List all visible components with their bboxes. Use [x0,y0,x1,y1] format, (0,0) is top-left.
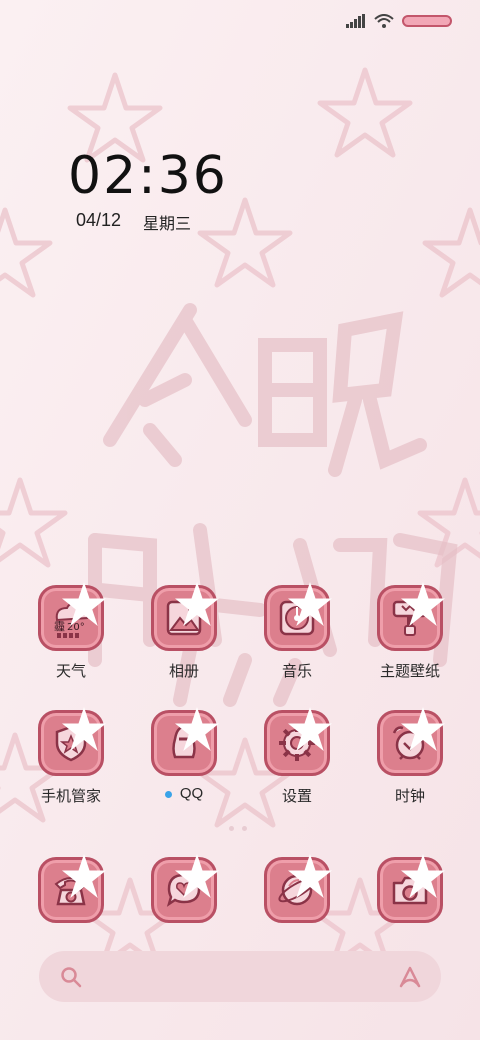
theme-icon [377,582,445,651]
phone-icon [38,854,106,923]
message-icon [151,854,219,923]
camera-icon [377,854,445,923]
search-icon [61,967,82,988]
app-label: 主题壁纸 [379,663,440,680]
app-label: 时钟 [394,788,425,805]
dock-phone[interactable] [16,854,126,923]
star-badge-icon [62,854,106,898]
app-weather[interactable]: 霾 20° 天气 [16,582,126,681]
app-theme[interactable]: 主题壁纸 [355,582,465,681]
wifi-icon [374,14,394,28]
lock-weekday: 星期三 [143,216,192,233]
star-badge-icon [175,582,219,626]
star-badge-icon [401,707,445,751]
lock-date-row: 04/12 星期三 [76,210,191,234]
weather-icon: 霾 20° [38,582,106,651]
assistant-icon[interactable] [397,964,423,990]
browser-icon [264,854,332,923]
app-label: 天气 [55,663,86,680]
page-indicator [229,826,247,831]
star-badge-icon [175,854,219,898]
battery-icon [402,15,452,27]
shield-icon [38,707,106,776]
alarm-clock-icon [377,707,445,776]
status-bar [346,10,452,32]
app-phone-manager[interactable]: 手机管家 [16,707,126,806]
app-qq[interactable]: QQ [129,707,239,802]
star-badge-icon [175,707,219,751]
app-label: 手机管家 [40,788,101,805]
star-badge-icon [288,707,332,751]
gear-icon [264,707,332,776]
star-badge-icon [401,582,445,626]
lock-date: 04/12 [76,210,122,230]
search-bar[interactable] [39,951,441,1002]
dock-messages[interactable] [129,854,239,923]
star-badge-icon [62,582,106,626]
app-label: QQ [129,785,239,802]
app-settings[interactable]: 设置 [242,707,352,806]
app-label: 音乐 [281,663,312,680]
notification-dot [164,790,172,798]
lock-time: 02:36 [68,146,228,206]
gallery-icon [151,582,219,651]
star-badge-icon [288,582,332,626]
dock-browser[interactable] [242,854,352,923]
dock-camera[interactable] [355,854,465,923]
app-label: 设置 [281,788,312,805]
star-badge-icon [288,854,332,898]
music-icon [264,582,332,651]
app-music[interactable]: 音乐 [242,582,352,681]
star-badge-icon [401,854,445,898]
app-gallery[interactable]: 相册 [129,582,239,681]
star-badge-icon [62,707,106,751]
app-label: 相册 [168,663,199,680]
app-label-text: QQ [179,785,204,802]
signal-icon [346,14,365,28]
app-clock[interactable]: 时钟 [355,707,465,806]
qq-penguin-icon [151,707,219,776]
